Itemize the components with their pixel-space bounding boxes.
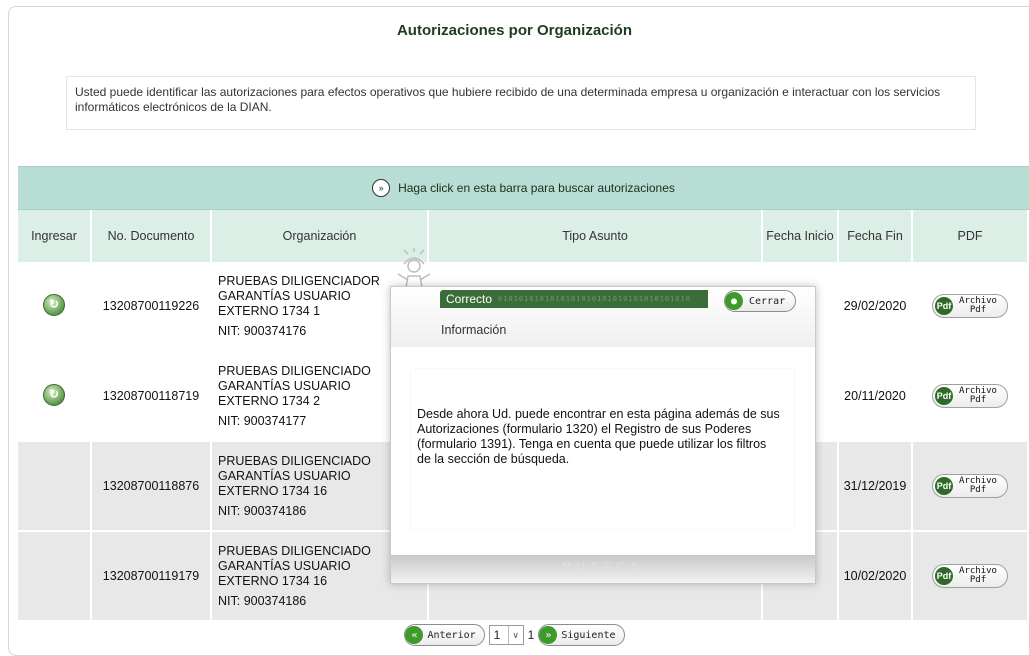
information-modal: Información Desde ahora Ud. puede encont… xyxy=(390,286,816,584)
total-pages: 1 xyxy=(527,628,535,642)
archivo-pdf-button[interactable]: Pdf Archivo Pdf xyxy=(932,384,1008,408)
document-number: 13208700119226 xyxy=(92,262,212,352)
document-number: 13208700118719 xyxy=(92,352,212,442)
header-ingresar: Ingresar xyxy=(18,210,92,262)
status-bits: 0101010101010101010101010101010101010 xyxy=(498,295,691,303)
archivo-pdf-button[interactable]: Pdf Archivo Pdf xyxy=(932,474,1008,498)
pdf-cell: Pdf Archivo Pdf xyxy=(913,532,1029,622)
pdf-icon: Pdf xyxy=(935,567,954,585)
muisca-watermark: MUISCA xyxy=(562,561,644,577)
modal-footer: MUISCA xyxy=(391,555,815,583)
header-fecha-inicio: Fecha Inicio xyxy=(763,210,839,262)
page-select-value: 1 xyxy=(493,628,501,642)
header-fecha-fin: Fecha Fin xyxy=(839,210,913,262)
archivo-pdf-button[interactable]: Pdf Archivo Pdf xyxy=(932,294,1008,318)
document-number: 13208700119179 xyxy=(92,532,212,622)
enter-refresh-icon[interactable]: ↻ xyxy=(43,383,65,406)
enter-cell xyxy=(18,442,92,532)
pdf-button-line2: Pdf xyxy=(969,485,987,495)
info-box: Usted puede identificar las autorizacion… xyxy=(66,76,976,130)
fecha-fin: 20/11/2020 xyxy=(839,352,913,442)
modal-body: Desde ahora Ud. puede encontrar en esta … xyxy=(411,369,794,529)
enter-refresh-icon[interactable]: ↻ xyxy=(43,293,65,316)
previous-page-button[interactable]: « Anterior xyxy=(404,624,485,646)
fecha-fin: 29/02/2020 xyxy=(839,262,913,352)
status-bar: Correcto 0101010101010101010101010101010… xyxy=(440,290,708,308)
search-toggle-bar[interactable]: » Haga click en esta barra para buscar a… xyxy=(18,166,1029,210)
status-label: Correcto xyxy=(446,292,493,306)
table-header-row: Ingresar No. Documento Organización Tipo… xyxy=(18,210,1029,262)
close-button-label: Cerrar xyxy=(749,295,786,307)
search-bar-label: Haga click en esta barra para buscar aut… xyxy=(398,181,675,195)
next-page-button[interactable]: » Siguiente xyxy=(538,624,625,646)
enter-cell xyxy=(18,532,92,622)
fecha-fin: 31/12/2019 xyxy=(839,442,913,532)
double-chevron-right-icon: » xyxy=(539,626,558,644)
pdf-cell: Pdf Archivo Pdf xyxy=(913,352,1029,442)
modal-message: Desde ahora Ud. puede encontrar en esta … xyxy=(417,407,780,466)
org-nit: NIT: 900374186 xyxy=(218,593,307,608)
pdf-cell: Pdf Archivo Pdf xyxy=(913,262,1029,352)
header-no-documento: No. Documento xyxy=(92,210,212,262)
fecha-fin: 10/02/2020 xyxy=(839,532,913,622)
pdf-button-line2: Pdf xyxy=(969,305,987,315)
enter-cell: ↻ xyxy=(18,352,92,442)
page-title: Autorizaciones por Organización xyxy=(396,22,633,39)
page-select[interactable]: 1 ∨ xyxy=(488,625,524,645)
chevron-down-icon: ∨ xyxy=(507,626,523,644)
previous-page-label: Anterior xyxy=(427,629,476,641)
pdf-icon: Pdf xyxy=(935,297,954,315)
pdf-icon: Pdf xyxy=(935,477,954,495)
header-tipo-asunto: Tipo Asunto xyxy=(429,210,763,262)
enter-cell: ↻ xyxy=(18,262,92,352)
pagination: « Anterior 1 ∨ 1 » Siguiente xyxy=(0,624,1029,646)
header-pdf: PDF xyxy=(913,210,1029,262)
pdf-button-line2: Pdf xyxy=(969,395,987,405)
info-text: Usted puede identificar las autorizacion… xyxy=(75,85,941,114)
chevron-down-circle-icon: » xyxy=(372,179,391,197)
pdf-button-line2: Pdf xyxy=(969,575,987,585)
pdf-cell: Pdf Archivo Pdf xyxy=(913,442,1029,532)
archivo-pdf-button[interactable]: Pdf Archivo Pdf xyxy=(932,564,1008,588)
close-button[interactable]: ● Cerrar xyxy=(724,290,797,312)
close-circle-icon: ● xyxy=(725,292,743,310)
double-chevron-left-icon: « xyxy=(405,626,424,644)
document-number: 13208700118876 xyxy=(92,442,212,532)
pdf-icon: Pdf xyxy=(935,387,954,405)
next-page-label: Siguiente xyxy=(561,629,616,641)
modal-caption: Información xyxy=(441,323,507,337)
